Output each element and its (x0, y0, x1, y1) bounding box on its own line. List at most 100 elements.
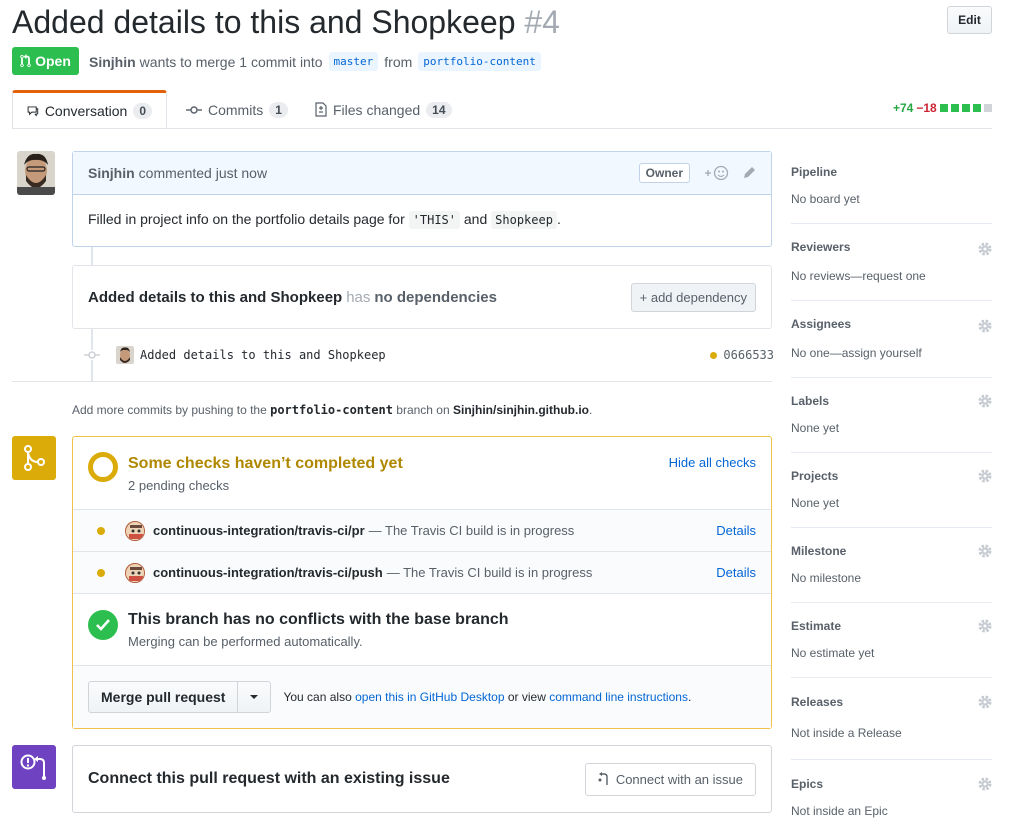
status-label: Open (35, 53, 71, 69)
diffstat-block (961, 104, 970, 112)
comment-text: Filled in project info on the portfolio … (88, 211, 405, 227)
gear-icon[interactable] (978, 394, 992, 408)
commit-row: Added details to this and Shopkeep 06665… (84, 344, 774, 366)
gear-icon[interactable] (978, 619, 992, 633)
file-diff-icon (315, 102, 327, 117)
pr-meta: Sinjhin wants to merge 1 commit into mas… (89, 52, 543, 71)
push-hint: Add more commits by pushing to the portf… (72, 403, 592, 417)
avatar[interactable] (116, 346, 134, 364)
commit-message[interactable]: Added details to this and Shopkeep (140, 348, 386, 362)
gear-icon[interactable] (978, 469, 992, 483)
sidebar-section-estimate[interactable]: Estimate No estimate yet (791, 603, 992, 678)
merge-footer: Merge pull request You can also open thi… (73, 665, 771, 728)
sidebar-section-reviewers[interactable]: Reviewers No reviews—request one (791, 224, 992, 301)
sidebar-heading: Projects (791, 469, 839, 483)
sidebar-section-milestone[interactable]: Milestone No milestone (791, 528, 992, 603)
comment-author[interactable]: Sinjhin (88, 165, 135, 181)
connect-issue-label: Connect with an issue (615, 771, 743, 787)
dependency-has: has (346, 288, 371, 306)
connect-issue-button[interactable]: Connect with an issue (584, 762, 756, 796)
gear-icon[interactable] (978, 544, 992, 558)
gear-icon[interactable] (978, 319, 992, 333)
sidebar-heading: Assignees (791, 317, 852, 331)
details-link[interactable]: Details (716, 523, 756, 538)
comment-text: . (556, 211, 561, 227)
deletions-count: −18 (916, 101, 937, 115)
comment-box: Sinjhin commented just now Owner Filled … (72, 151, 772, 247)
sidebar-section-assignees[interactable]: Assignees No one—assign yourself (791, 301, 992, 378)
diffstat-block (983, 104, 992, 112)
pending-ring-icon (88, 452, 118, 482)
checks-header: Some checks haven’t completed yet 2 pend… (73, 437, 771, 509)
travis-ci-icon (125, 562, 145, 583)
pending-dot (97, 526, 105, 535)
sidebar-section-labels[interactable]: Labels None yet (791, 378, 992, 453)
additions-count: +74 (893, 101, 914, 115)
dependency-title: Added details to this and Shopkeep (88, 288, 343, 306)
avatar[interactable] (17, 151, 55, 195)
gear-icon[interactable] (978, 242, 992, 256)
pull-request-icon (20, 54, 31, 68)
add-dependency-button[interactable]: + add dependency (630, 282, 756, 312)
tab-label: Commits (208, 101, 264, 118)
sidebar-value: Not inside a Release (791, 726, 902, 740)
connect-issue-status-icon (12, 745, 56, 789)
push-hint-text: branch on (396, 403, 450, 417)
push-hint-repo: Sinjhin/sinjhin.github.io (453, 403, 589, 417)
commit-sha[interactable]: 0666533 (723, 348, 774, 362)
sidebar-section-pipeline[interactable]: Pipeline No board yet (791, 152, 992, 224)
sidebar-section-epics[interactable]: Epics Not inside an Epic (791, 760, 992, 827)
timeline-line (91, 247, 93, 265)
comment-body: Filled in project info on the portfolio … (73, 195, 771, 243)
sidebar-heading: Estimate (791, 619, 842, 633)
tab-files-changed[interactable]: Files changed 14 (301, 90, 466, 129)
pending-dot (710, 351, 718, 359)
add-reaction-icon[interactable] (704, 165, 730, 181)
check-row: continuous-integration/travis-ci/push — … (73, 551, 771, 593)
diffstat-block (939, 104, 948, 112)
gear-icon[interactable] (978, 695, 992, 709)
sidebar: Pipeline No board yet Reviewers No revie… (791, 152, 992, 827)
sidebar-heading: Milestone (791, 544, 847, 558)
check-circle-icon (88, 610, 118, 640)
diffstat-block (972, 104, 981, 112)
conflict-subtitle: Merging can be performed automatically. (128, 634, 363, 649)
tab-counter: 14 (426, 101, 452, 118)
checks-title: Some checks haven’t completed yet (128, 455, 403, 472)
connect-icon (598, 772, 608, 785)
travis-ci-icon (125, 520, 145, 541)
merge-pull-request-button[interactable]: Merge pull request (89, 682, 239, 712)
comment-timestamp: commented just now (138, 165, 268, 181)
tab-label: Conversation (44, 102, 128, 119)
merge-hint-text: You can also (283, 690, 352, 704)
author-link[interactable]: Sinjhin (89, 54, 136, 70)
tab-label: Files changed (333, 101, 421, 118)
tab-commits[interactable]: Commits 1 (172, 90, 302, 129)
edit-button[interactable]: Edit (947, 6, 992, 34)
check-name: continuous-integration/travis-ci/pr (153, 523, 365, 538)
merge-options-dropdown[interactable] (238, 682, 270, 712)
sidebar-value: No reviews—request one (791, 269, 926, 283)
comment-header: Sinjhin commented just now Owner (73, 152, 771, 195)
chevron-down-icon (250, 695, 259, 699)
connect-issue-box: Connect this pull request with an existi… (72, 745, 772, 813)
details-link[interactable]: Details (716, 565, 756, 580)
tab-conversation[interactable]: Conversation 0 (12, 90, 167, 129)
sidebar-value: No board yet (791, 192, 860, 206)
base-branch[interactable]: master (328, 52, 379, 71)
cli-instructions-link[interactable]: command line instructions (549, 690, 688, 704)
hide-checks-link[interactable]: Hide all checks (669, 455, 756, 470)
tab-counter: 1 (269, 101, 288, 118)
pending-dot (97, 568, 105, 577)
pr-number: #4 (524, 4, 560, 40)
pencil-icon[interactable] (742, 166, 756, 180)
inline-code: Shopkeep (491, 211, 557, 229)
head-branch[interactable]: portfolio-content (418, 52, 541, 71)
sidebar-section-releases[interactable]: Releases Not inside a Release (791, 678, 992, 760)
commit-icon (84, 350, 100, 360)
open-desktop-link[interactable]: open this in GitHub Desktop (355, 690, 504, 704)
sidebar-value: No milestone (791, 571, 862, 585)
sidebar-heading: Reviewers (791, 240, 851, 254)
sidebar-section-projects[interactable]: Projects None yet (791, 453, 992, 528)
gear-icon[interactable] (978, 777, 992, 791)
